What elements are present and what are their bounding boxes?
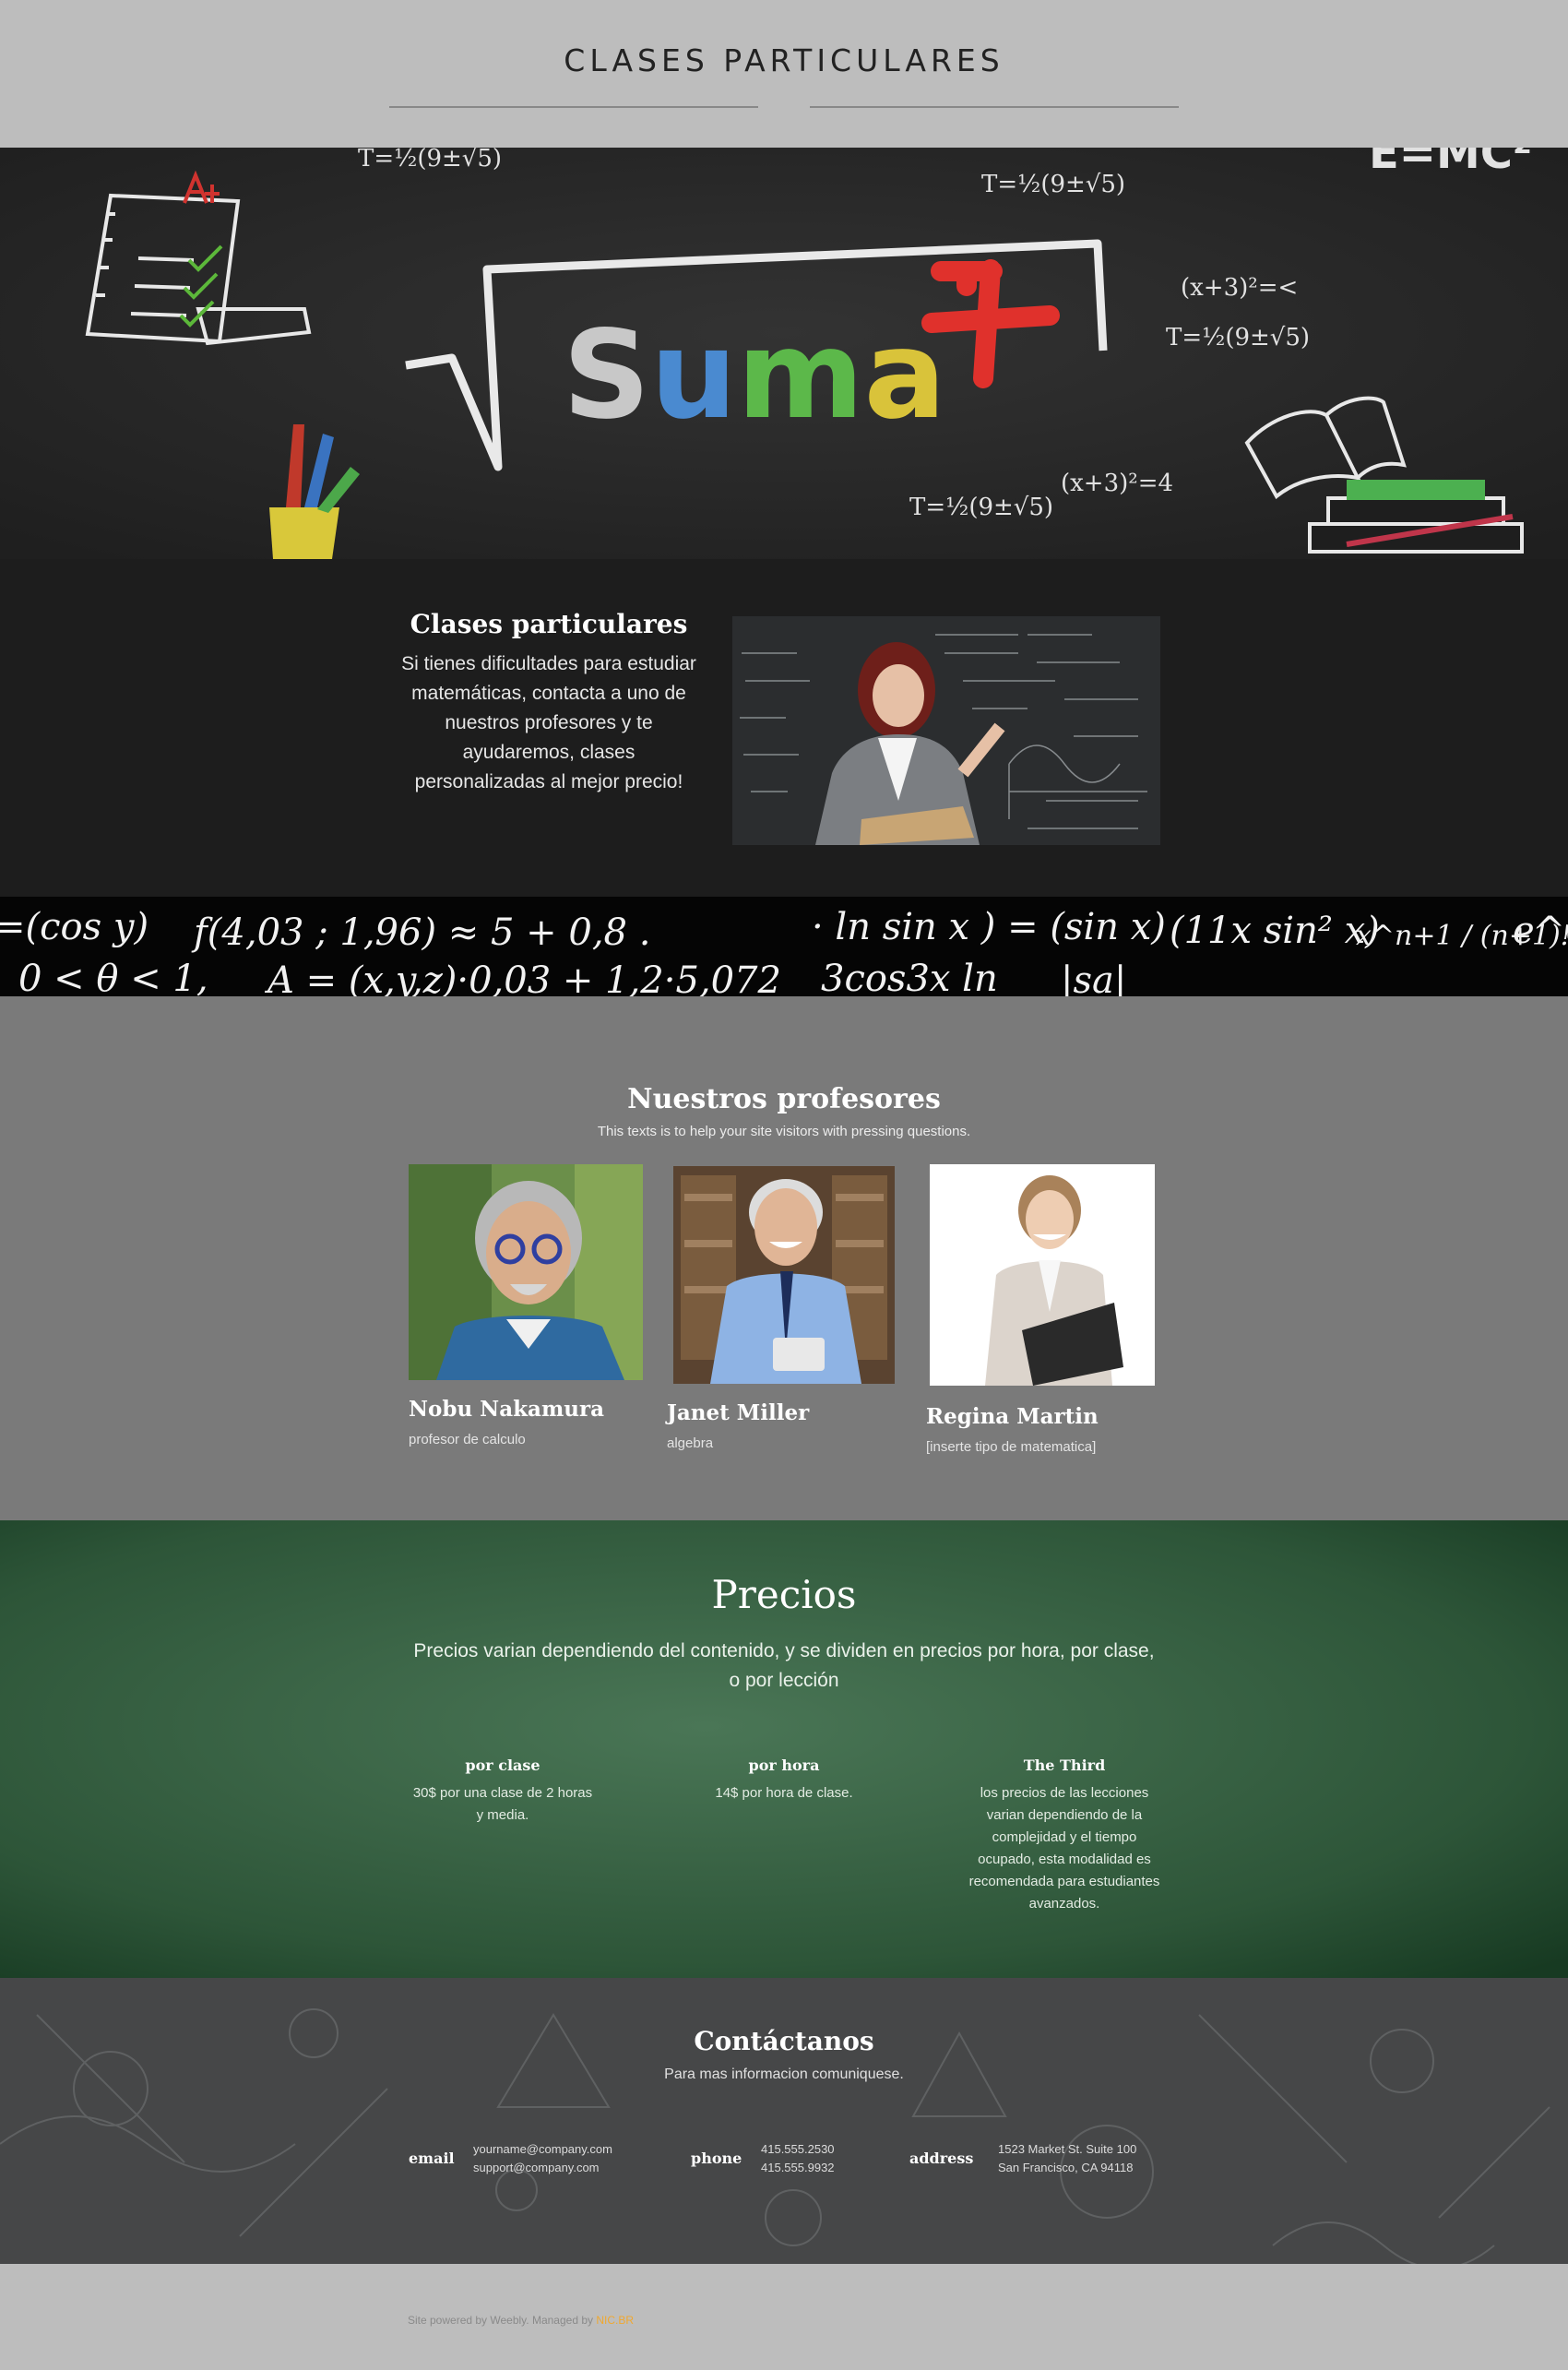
formula-strip: =(cos y) f(4,03 ; 1,96) ≈ 5 + 0,8 . · ln… xyxy=(0,897,1568,996)
formula-strip-image: =(cos y) f(4,03 ; 1,96) ≈ 5 + 0,8 . · ln… xyxy=(0,897,1568,996)
about-section: Clases particulares Si tienes dificultad… xyxy=(0,559,1568,897)
svg-text:T=½(9±√5): T=½(9±√5) xyxy=(1166,324,1310,351)
teacher-role: profesor de calculo xyxy=(409,1432,526,1447)
about-title: Clases particulares xyxy=(410,609,688,639)
teachers-title: Nuestros profesores xyxy=(627,1083,941,1115)
footer-credit: Site powered by Weebly. Managed by NIC.B… xyxy=(408,2314,634,2327)
strip-formula: (11x sin² x) xyxy=(1170,910,1380,952)
prices-title: Precios xyxy=(711,1572,857,1617)
strip-formula: =(cos y) xyxy=(0,906,148,948)
strip-formula: e^0x xyxy=(1513,910,1568,952)
strip-formula: · ln sin x ) = (sin x) xyxy=(812,906,1166,948)
nav-divider-left xyxy=(389,106,758,108)
email-link[interactable]: yourname@company.com xyxy=(473,2140,612,2159)
about-text: Si tienes dificultades para estudiar mat… xyxy=(401,653,696,792)
email-link[interactable]: support@company.com xyxy=(473,2159,612,2177)
teachers-subtitle: This texts is to help your site visitors… xyxy=(597,1124,971,1139)
footer-manager-link[interactable]: NIC.BR xyxy=(596,2314,634,2327)
strip-formula: |sa| xyxy=(1061,959,1126,996)
contact-section: Contáctanos Para mas informacion comuniq… xyxy=(0,1978,1568,2264)
prices-section: Precios Precios varian dependiendo del c… xyxy=(0,1520,1568,1978)
teacher-name: Nobu Nakamura xyxy=(409,1397,605,1422)
strip-formula: f(4,03 ; 1,96) ≈ 5 + 0,8 . xyxy=(191,911,650,954)
strip-formula: 0 < θ < 1, xyxy=(18,958,208,996)
price-plan-title: The Third xyxy=(1023,1757,1106,1774)
contact-title: Contáctanos xyxy=(694,2026,874,2056)
price-plan-title: por hora xyxy=(748,1757,820,1774)
site-header: CLASES PARTICULARES xyxy=(0,0,1568,148)
address-line: San Francisco, CA 94118 xyxy=(998,2161,1134,2174)
svg-text:T=½(9±√5): T=½(9±√5) xyxy=(358,148,502,173)
phone-values: 415.555.2530 415.555.9932 xyxy=(761,2140,835,2177)
hero-banner: Suma T=½(9±√5) T=½(9±√5) (x+3)²=< T=½(9±… xyxy=(0,148,1568,559)
svg-text:T=½(9±√5): T=½(9±√5) xyxy=(981,171,1125,198)
price-plan-text: los precios de las lecciones varian depe… xyxy=(968,1785,1160,1911)
site-footer: Site powered by Weebly. Managed by NIC.B… xyxy=(0,2264,1568,2370)
email-values: yourname@company.com support@company.com xyxy=(473,2140,612,2177)
svg-text:(x+3)²=4: (x+3)²=4 xyxy=(1061,470,1173,497)
teacher-at-chalkboard-photo xyxy=(732,616,1160,845)
address-values: 1523 Market St. Suite 100 San Francisco,… xyxy=(998,2140,1136,2177)
prices-subtitle: Precios varian dependiendo del contenido… xyxy=(413,1640,1155,1691)
teacher-name: Regina Martin xyxy=(926,1404,1099,1429)
svg-text:E=MC²: E=MC² xyxy=(1369,148,1532,179)
email-label: email xyxy=(409,2150,455,2167)
nav-divider-right xyxy=(810,106,1179,108)
hero-chalk-word: Suma xyxy=(563,304,946,447)
contact-subtitle: Para mas informacion comuniquese. xyxy=(664,2066,904,2082)
teachers-section: Nuestros profesores This texts is to hel… xyxy=(0,996,1568,1520)
address-label: address xyxy=(909,2150,974,2167)
teacher-photo-nakamura xyxy=(409,1164,643,1380)
footer-credit-text: Site powered by Weebly. Managed by xyxy=(408,2314,594,2327)
strip-formula: 3cos3x ln xyxy=(821,958,998,996)
phone-label: phone xyxy=(691,2150,742,2167)
svg-text:(x+3)²=<: (x+3)²=< xyxy=(1181,274,1298,302)
math-sketch-background xyxy=(0,1978,1568,2264)
price-plan-text: 14$ por hora de clase. xyxy=(715,1785,853,1801)
teacher-role: algebra xyxy=(667,1435,714,1451)
price-plan-text: 30$ por una clase de 2 horas y media. xyxy=(412,1785,593,1823)
phone-link[interactable]: 415.555.2530 xyxy=(761,2140,835,2159)
phone-link[interactable]: 415.555.9932 xyxy=(761,2159,835,2177)
teacher-role: [inserte tipo de matematica] xyxy=(926,1439,1097,1455)
hero-chalkboard-illustration: Suma T=½(9±√5) T=½(9±√5) (x+3)²=< T=½(9±… xyxy=(0,148,1568,559)
teacher-photo-martin xyxy=(930,1164,1155,1386)
teacher-name: Janet Miller xyxy=(667,1400,810,1425)
address-line: 1523 Market St. Suite 100 xyxy=(998,2142,1137,2156)
strip-formula: A = (x,y,z)·0,03 + 1,2·5,072 xyxy=(264,959,781,996)
price-plan-title: por clase xyxy=(465,1757,540,1774)
site-title[interactable]: CLASES PARTICULARES xyxy=(0,42,1568,78)
svg-text:T=½(9±√5): T=½(9±√5) xyxy=(909,494,1053,521)
teacher-photo-miller xyxy=(673,1166,895,1384)
